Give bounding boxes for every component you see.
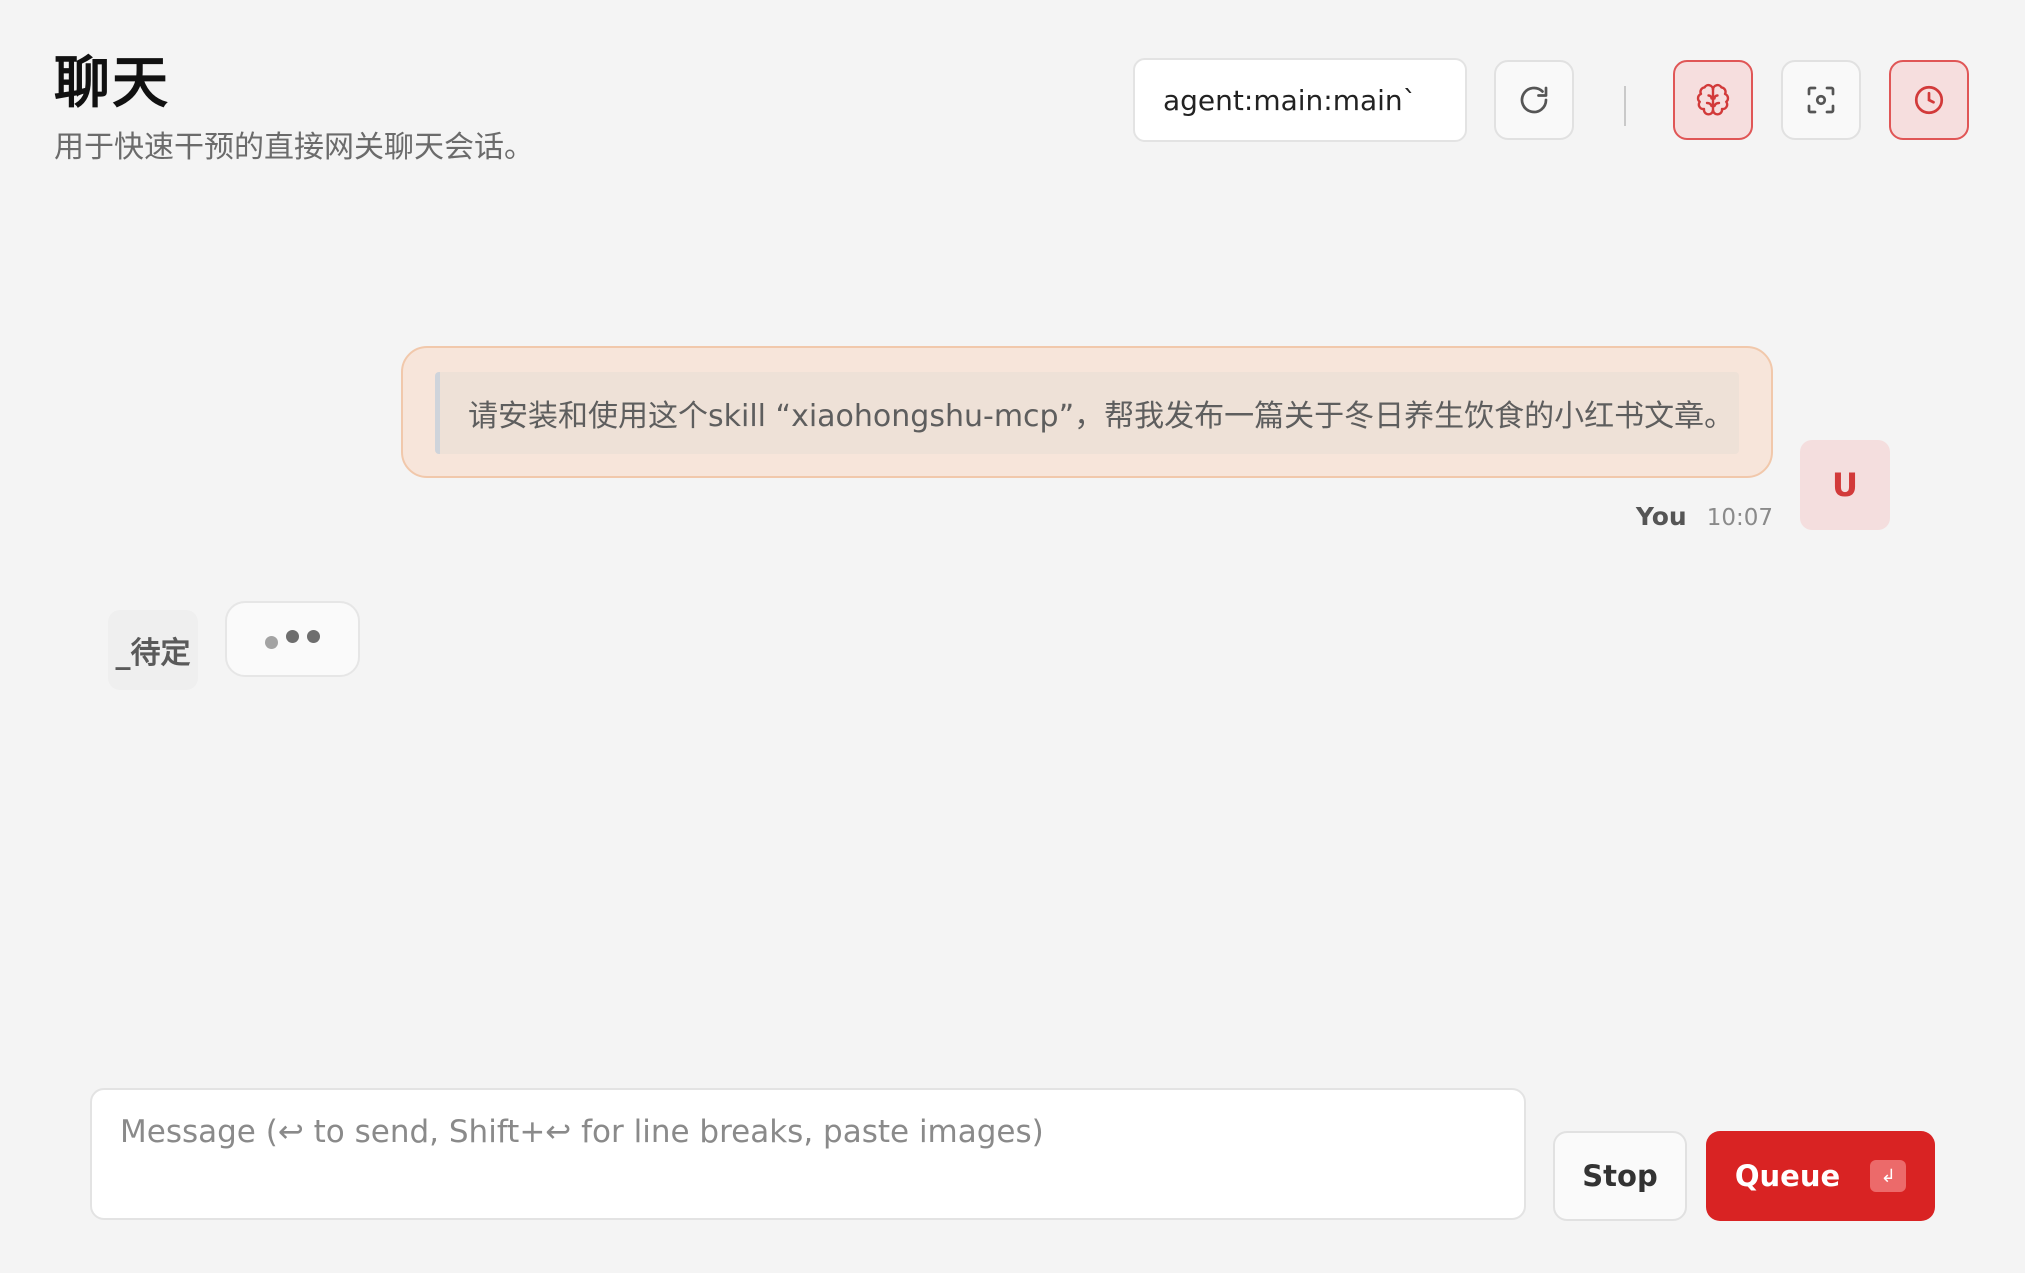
focus-icon (1807, 86, 1835, 114)
brain-icon (1696, 83, 1730, 116)
assistant-avatar: _待定 (108, 610, 198, 690)
message-input[interactable]: Message (↩ to send, Shift+↩ for line bre… (90, 1088, 1526, 1220)
refresh-icon (1520, 86, 1548, 114)
clock-icon (1914, 85, 1944, 115)
user-avatar: U (1800, 440, 1890, 530)
refresh-button[interactable] (1494, 60, 1574, 140)
session-value: agent:main:main` (1163, 83, 1417, 117)
history-button[interactable] (1889, 60, 1969, 140)
queue-label: Queue (1734, 1159, 1841, 1193)
message-time: 10:07 (1706, 505, 1773, 531)
user-message-meta: You 10:07 (1636, 502, 1773, 531)
typing-indicator (225, 601, 360, 677)
focus-mode-button[interactable] (1781, 60, 1861, 140)
session-selector[interactable]: agent:main:main` (1133, 58, 1467, 142)
typing-dot (286, 629, 299, 643)
toolbar-divider (1624, 86, 1626, 126)
typing-dot (307, 629, 320, 643)
typing-dot (265, 635, 278, 649)
user-message-bubble: 请安装和使用这个skill “xiaohongshu-mcp”，帮我发布一篇关于… (401, 346, 1773, 478)
stop-button[interactable]: Stop (1553, 1131, 1687, 1221)
page-title: 聊天 (54, 51, 170, 116)
message-sender: You (1635, 502, 1687, 531)
user-message-text: 请安装和使用这个skill “xiaohongshu-mcp”，帮我发布一篇关于… (435, 372, 1739, 454)
chat-page: 聊天 用于快速干预的直接网关聊天会话。 agent:main:main` 请安装… (0, 0, 2025, 1273)
queue-button[interactable]: Queue ↲ (1706, 1131, 1935, 1221)
page-subtitle: 用于快速干预的直接网关聊天会话。 (54, 130, 534, 165)
message-input-placeholder: Message (↩ to send, Shift+↩ for line bre… (120, 1114, 1044, 1150)
enter-key-icon: ↲ (1870, 1160, 1907, 1192)
thinking-toggle-button[interactable] (1673, 60, 1753, 140)
